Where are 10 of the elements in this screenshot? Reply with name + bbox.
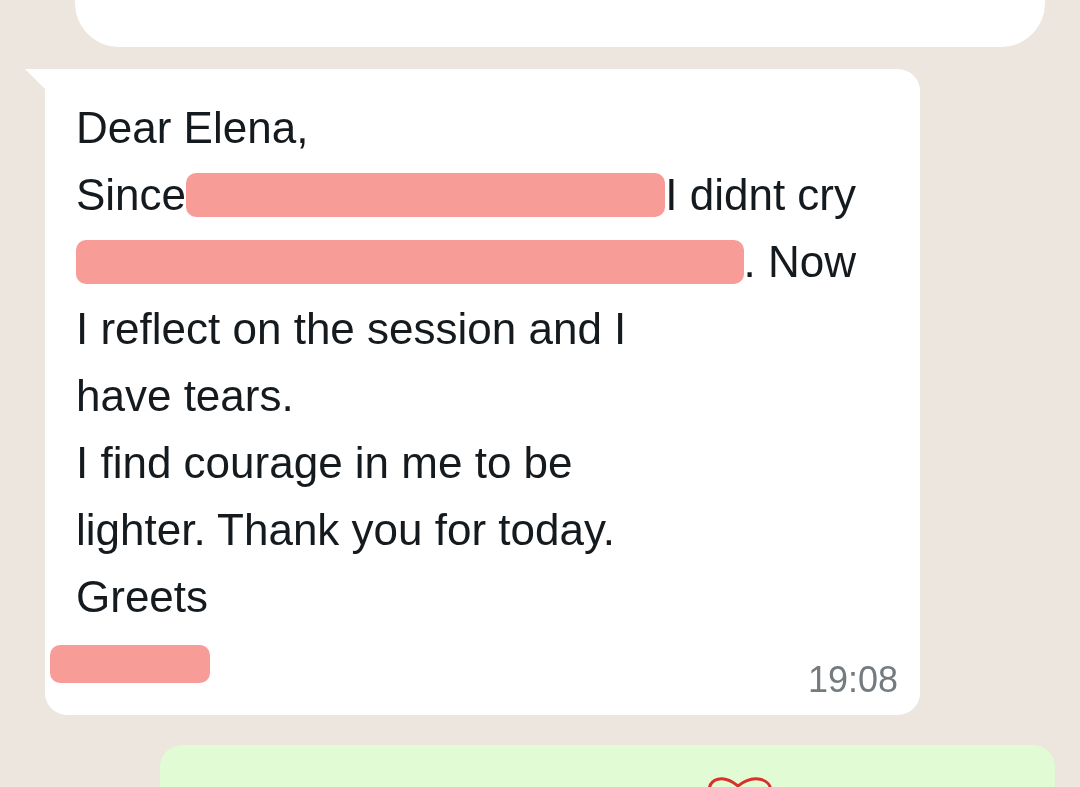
message-text: . Now bbox=[743, 236, 856, 288]
message-text: Since bbox=[76, 169, 187, 221]
message-time: 19:08 bbox=[807, 659, 899, 701]
message-text: I didnt cry bbox=[665, 169, 856, 221]
message-text: lighter. Thank you for today. bbox=[76, 504, 615, 556]
message-text: have tears. bbox=[76, 370, 294, 422]
message-text: Dear Elena, bbox=[76, 102, 309, 154]
message-text: I reflect on the session and I bbox=[76, 303, 627, 355]
message-text: I find courage in me to be bbox=[76, 437, 573, 489]
message-text: Greets bbox=[76, 571, 209, 623]
